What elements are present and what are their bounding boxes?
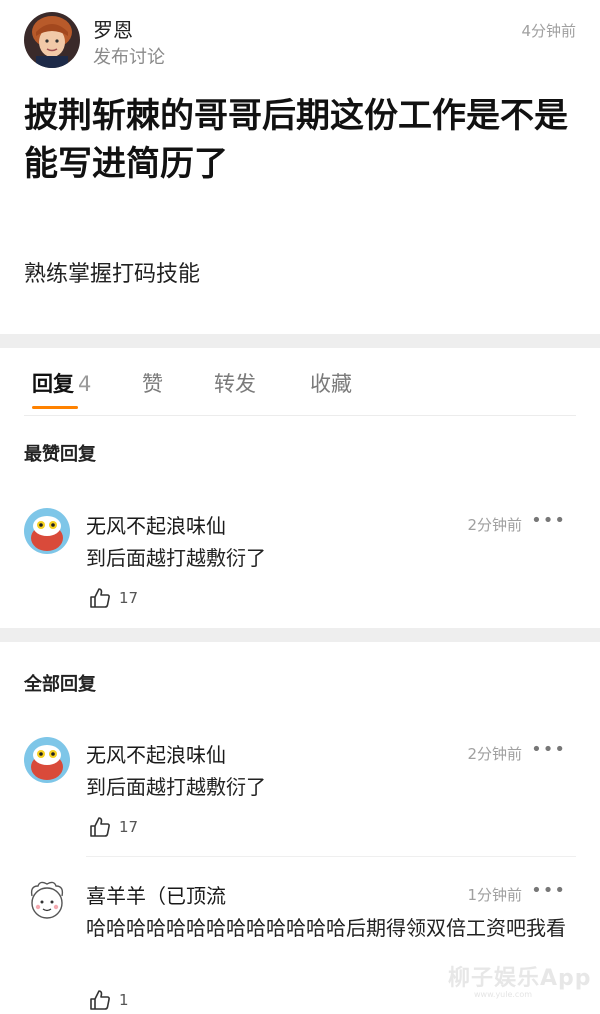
tab-replies-count: 4 [78,372,92,396]
commenter-name[interactable]: 喜羊羊（已顶流 [86,880,226,909]
section-divider [0,628,600,642]
more-options-icon[interactable]: ••• [531,739,566,760]
comment-timestamp: 2分钟前 [467,516,522,534]
comment-timestamp: 1分钟前 [467,886,522,904]
comment-item: 无风不起浪味仙 2分钟前 ••• 到后面越打越敷衍了 17 [0,737,600,847]
like-button[interactable]: 1 [88,988,168,1014]
commenter-name[interactable]: 无风不起浪味仙 [86,739,226,768]
thumbs-up-icon [90,990,110,1010]
commenter-name[interactable]: 无风不起浪味仙 [86,510,226,539]
action-tabs: 回复 4 赞 转发 收藏 [0,350,600,416]
like-button[interactable]: 17 [88,586,168,612]
author-avatar[interactable] [24,12,80,68]
author-name[interactable]: 罗恩 [93,14,133,43]
like-count: 1 [119,991,129,1009]
commenter-avatar[interactable] [24,737,70,783]
tabs-divider [24,415,576,416]
comment-text: 到后面越打越敷衍了 [86,775,266,799]
watermark-logo: 柳子娱乐App www.yule.com [448,960,598,1004]
commenter-avatar[interactable] [24,878,70,924]
post-body: 熟练掌握打码技能 [24,262,201,287]
like-count: 17 [119,818,139,836]
tab-likes[interactable]: 赞 [142,368,163,398]
comment-separator [86,856,576,857]
thumbs-up-icon [90,588,110,608]
more-options-icon[interactable]: ••• [531,510,566,531]
tab-replies-label: 回复 [32,372,74,396]
more-options-icon[interactable]: ••• [531,880,566,901]
like-button[interactable]: 17 [88,815,168,841]
tab-reposts[interactable]: 转发 [214,368,256,398]
top-comment: 无风不起浪味仙 2分钟前 ••• 到后面越打越敷衍了 17 [0,508,600,618]
section-divider [0,334,600,348]
commenter-avatar[interactable] [24,508,70,554]
post-type-label: 发布讨论 [93,47,165,68]
top-replies-heading: 最赞回复 [24,444,96,465]
all-replies-heading: 全部回复 [24,674,96,695]
post-title: 披荆斩棘的哥哥后期这份工作是不是能写进简历了 [24,96,568,184]
watermark-subtext: www.yule.com [474,990,533,999]
post-timestamp: 4分钟前 [521,22,576,40]
comment-timestamp: 2分钟前 [467,745,522,763]
tab-favorites[interactable]: 收藏 [310,368,352,398]
watermark-text: 柳子娱乐App [448,966,592,991]
comment-text: 到后面越打越敷衍了 [86,546,266,570]
tab-replies[interactable]: 回复 4 [32,368,91,398]
like-count: 17 [119,589,139,607]
comment-text: 哈哈哈哈哈哈哈哈哈哈哈哈哈后期得领双倍工资吧我看 [86,916,566,940]
post-header: 罗恩 发布讨论 4分钟前 [0,0,600,80]
active-tab-indicator [32,406,78,409]
thumbs-up-icon [90,817,110,837]
